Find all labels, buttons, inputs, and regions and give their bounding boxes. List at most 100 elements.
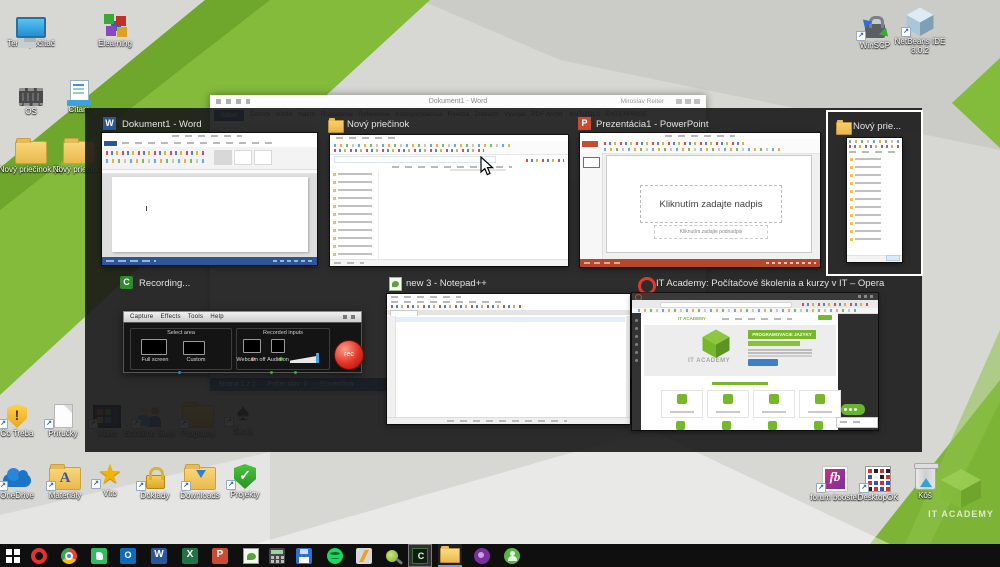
page-nav-links <box>722 318 792 320</box>
camtasia-menubar[interactable]: Capture Effects Tools Help <box>130 314 231 320</box>
taskbar-powerpoint[interactable] <box>208 544 232 567</box>
switcher-thumb-opera[interactable]: IT ACADEMY IT ACADEMY PROGRAMOVACIE JAZY… <box>632 293 878 430</box>
full-screen-icon[interactable] <box>141 339 167 355</box>
document-icon <box>54 404 73 428</box>
select-area-label: Select area <box>131 330 231 336</box>
window-controls <box>858 295 874 298</box>
doc-page <box>112 177 308 252</box>
taskbar-winamp[interactable] <box>352 544 376 567</box>
word-user-name: Miroslav Reiter <box>621 98 664 105</box>
hero-button[interactable] <box>748 359 778 366</box>
record-button[interactable]: rec <box>334 340 364 370</box>
style-gallery <box>214 150 232 165</box>
camtasia-icon <box>412 548 428 564</box>
computer-icon <box>16 17 46 38</box>
window-controls[interactable] <box>676 99 702 104</box>
notepadpp-app-icon <box>389 277 402 291</box>
chip-icon <box>19 88 43 106</box>
address-bar-mini <box>334 156 496 163</box>
column-headers <box>392 166 512 168</box>
window-controls[interactable] <box>343 315 357 319</box>
full-screen-label[interactable]: Full screen <box>133 357 177 363</box>
menu-capture[interactable]: Capture <box>130 314 153 320</box>
line-number-gutter <box>387 316 396 418</box>
menu-help[interactable]: Help <box>210 314 224 320</box>
notepadpp-icon <box>243 548 259 564</box>
desktop-icon-kos[interactable]: Kôš <box>892 458 958 500</box>
start-button[interactable] <box>1 544 25 567</box>
windows-logo-icon <box>5 548 21 564</box>
switcher-item-selected-title: Nový prie... <box>853 121 901 132</box>
taskbar-excel[interactable] <box>178 544 202 567</box>
custom-label[interactable]: Custom <box>179 357 213 363</box>
switcher-thumb-notepadpp[interactable] <box>387 294 630 424</box>
taskbar-evernote[interactable] <box>87 544 111 567</box>
file-tab-mini <box>582 141 598 147</box>
taskbar-opera[interactable] <box>27 544 51 567</box>
switcher-thumb-powerpoint[interactable]: Kliknutím zadajte nadpis Kliknutím zadaj… <box>580 133 820 267</box>
shortcut-arrow-icon <box>901 27 911 37</box>
taskbar-word[interactable] <box>147 544 171 567</box>
ribbon-icons <box>106 151 206 155</box>
ribbon-icons <box>849 145 899 148</box>
desktop-screen: IT ACADEMY Tento počítač Elearning OS Čí… <box>0 0 1000 567</box>
desktop-icon-label: Kôš <box>892 491 958 500</box>
taskbar-search-tool[interactable] <box>380 544 404 567</box>
winscp-lock-icon <box>865 24 885 38</box>
taskbar-chrome[interactable] <box>57 544 81 567</box>
switcher-selected-item[interactable]: Nový prie... <box>826 110 923 276</box>
tab-bar <box>387 310 630 315</box>
taskbar-explorer-active[interactable] <box>438 544 462 567</box>
course-card[interactable] <box>661 390 703 418</box>
recorded-inputs-label: Recorded inputs <box>237 330 329 336</box>
desktop-icon-elearning[interactable]: Elearning <box>82 6 148 48</box>
opera-sidebar <box>632 313 641 430</box>
taskbar-outlook[interactable] <box>116 544 140 567</box>
menu-tools[interactable]: Tools <box>188 314 204 320</box>
taskbar-notepadpp[interactable] <box>239 544 263 567</box>
course-card[interactable] <box>707 390 749 418</box>
taskbar-media-app[interactable] <box>470 544 494 567</box>
slider-knob[interactable] <box>316 353 319 363</box>
course-card[interactable] <box>799 390 841 418</box>
webcam-icon[interactable] <box>243 339 261 353</box>
switcher-thumb-explorer-small[interactable] <box>847 138 902 262</box>
slide-title-placeholder: Kliknutím zadajte nadpis <box>640 185 782 223</box>
course-card[interactable] <box>753 390 795 418</box>
green-indicator-dots <box>270 371 273 374</box>
taskbar-calculator[interactable] <box>265 544 289 567</box>
section-heading-bar <box>712 382 768 385</box>
statusbar-mini <box>330 259 568 266</box>
toolbar-icons <box>391 305 521 308</box>
switcher-thumb-explorer[interactable] <box>330 135 568 266</box>
camtasia-titlebar[interactable]: Capture Effects Tools Help <box>123 311 362 322</box>
word-app-icon <box>103 117 116 130</box>
file-icon <box>70 80 89 104</box>
shortcut-arrow-icon <box>0 481 8 491</box>
desktop-icon-label: Projekty <box>212 490 278 499</box>
thumb-titlebar <box>391 296 461 298</box>
word-titlebar[interactable]: Dokument1 - Word Miroslav Reiter <box>210 95 706 108</box>
address-bar-mini <box>849 151 897 153</box>
desktop-icon-tento-pocitac[interactable]: Tento počítač <box>0 6 64 48</box>
hero-text-lines <box>748 349 812 351</box>
taskbar-webcam-app[interactable] <box>500 544 524 567</box>
scrollbar[interactable] <box>626 316 630 418</box>
menubar-mini <box>391 301 501 303</box>
audio-label[interactable]: Audio on <box>263 357 293 363</box>
taskbar-camtasia-active[interactable] <box>408 544 432 567</box>
desktop-icon-netbeans[interactable]: NetBeans IDE 8.0.2 <box>887 4 953 55</box>
shortcut-arrow-icon <box>46 481 56 491</box>
taskbar-spotify[interactable] <box>323 544 347 567</box>
custom-area-icon[interactable] <box>183 341 205 355</box>
shortcut-arrow-icon <box>859 483 869 493</box>
menu-effects[interactable]: Effects <box>160 314 180 320</box>
audio-icon[interactable] <box>271 339 285 353</box>
taskbar-floppy-app[interactable] <box>292 544 316 567</box>
desktop-icon-projekty[interactable]: Projekty <box>212 457 278 499</box>
statusbar-views <box>766 262 816 264</box>
camtasia-recorder-window[interactable]: Capture Effects Tools Help Select area Full… <box>123 311 362 373</box>
switcher-thumb-word[interactable] <box>102 133 317 265</box>
person-icon <box>504 548 520 564</box>
warning-shield-icon <box>7 404 27 428</box>
